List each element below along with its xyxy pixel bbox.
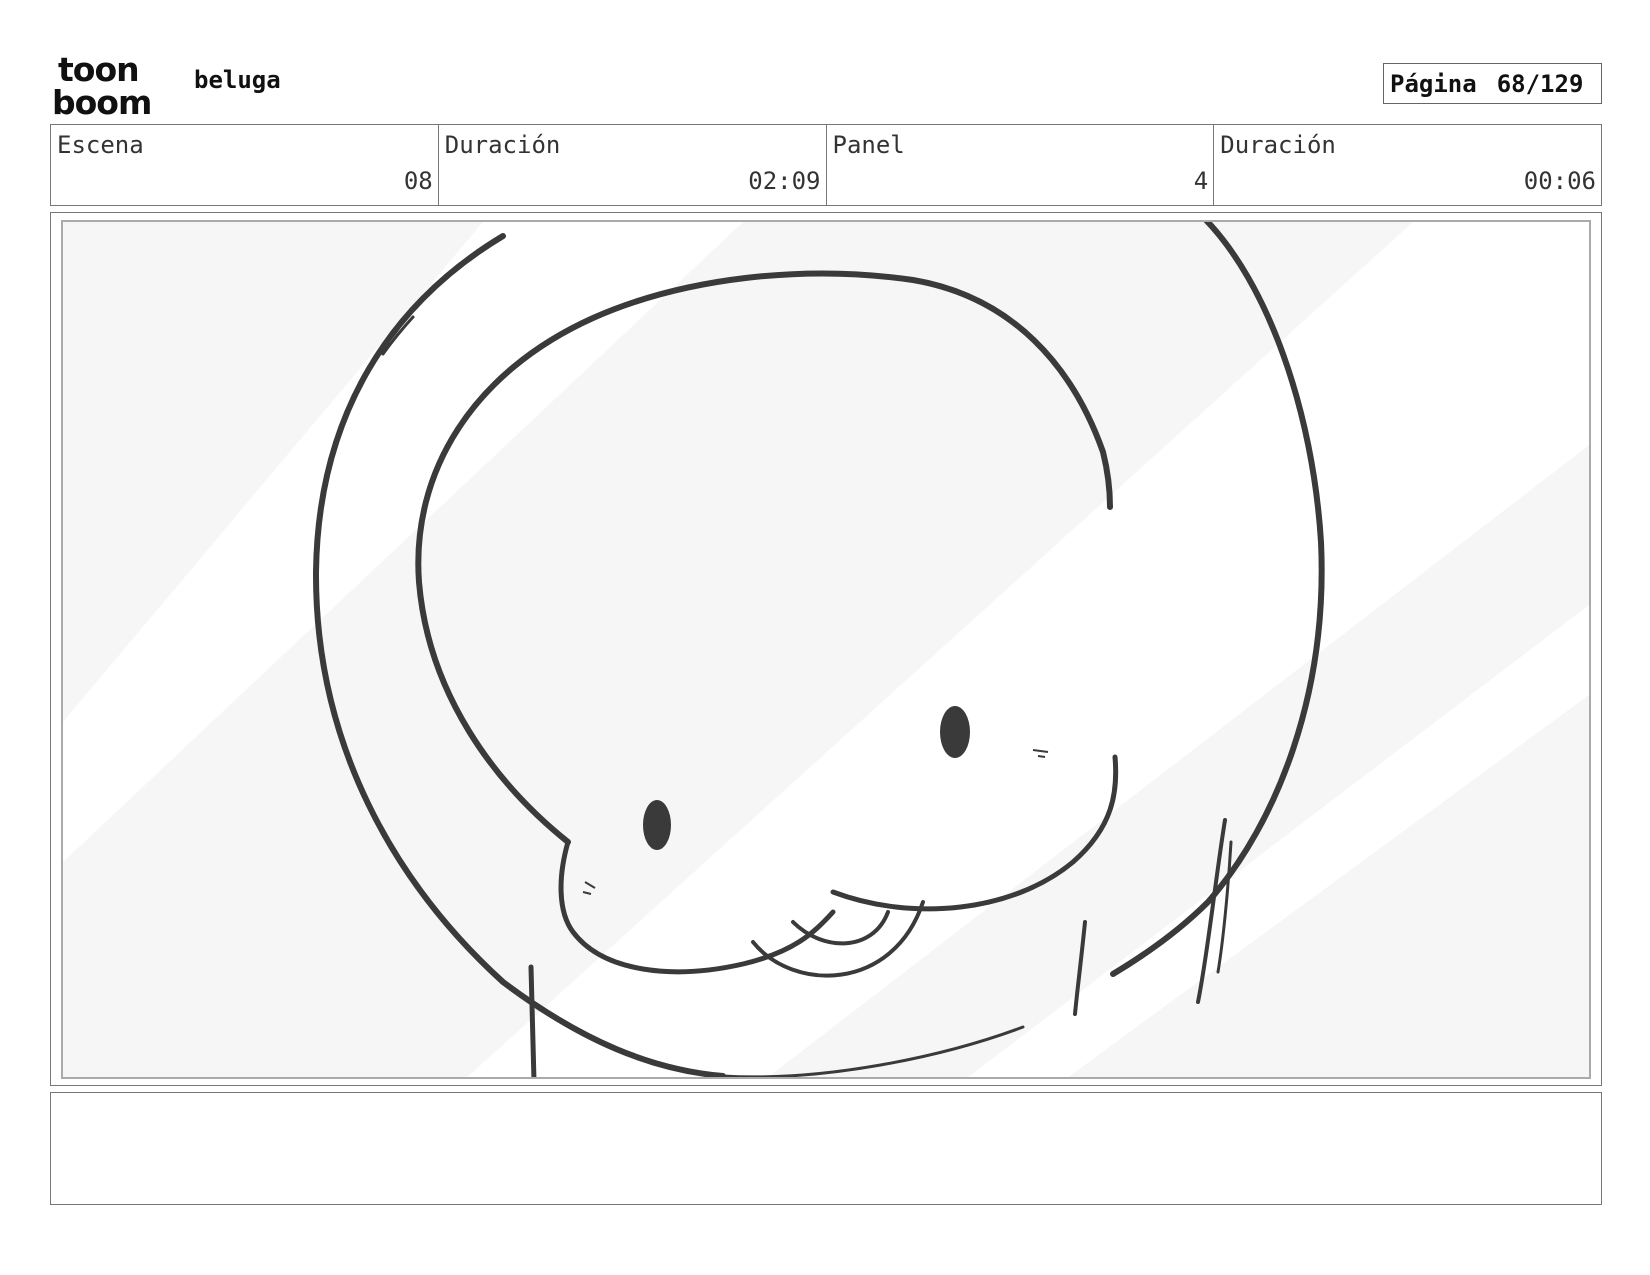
panel-duration-value: 00:06 [1523, 167, 1596, 195]
panel-duration-caption: Duración [1220, 131, 1336, 159]
beluga-sketch [63, 222, 1589, 1077]
panel-notes-box [50, 1092, 1602, 1205]
page-number: 68/129 [1496, 69, 1584, 98]
scene-info-table: Escena 08 Duración 02:09 Panel 4 Duració… [50, 124, 1602, 206]
panel-value: 4 [1193, 167, 1209, 195]
panel-caption: Panel [832, 131, 905, 159]
left-eye [643, 800, 671, 850]
right-eye [940, 706, 970, 758]
panel-cell: Panel 4 [827, 125, 1215, 205]
page-label: Página [1390, 69, 1477, 98]
light-band-2 [467, 222, 1589, 1077]
scene-duration-value: 02:09 [748, 167, 821, 195]
left-cheek-mark [582, 881, 596, 895]
panel-duration-cell: Duración 00:06 [1214, 125, 1601, 205]
storyboard-panel-frame [50, 212, 1602, 1086]
page-indicator: Página 68/129 [1383, 63, 1602, 104]
toon-boom-logo: toon boom [52, 52, 152, 118]
logo-line-2: boom [52, 83, 151, 118]
scene-duration-cell: Duración 02:09 [439, 125, 827, 205]
scene-value: 08 [403, 167, 433, 195]
scene-duration-caption: Duración [444, 131, 561, 159]
chin-line [528, 964, 537, 1077]
scene-cell: Escena 08 [51, 125, 439, 205]
panel-drawing-area [61, 220, 1591, 1079]
scene-caption: Escena [57, 131, 144, 159]
project-title: beluga [194, 66, 281, 94]
